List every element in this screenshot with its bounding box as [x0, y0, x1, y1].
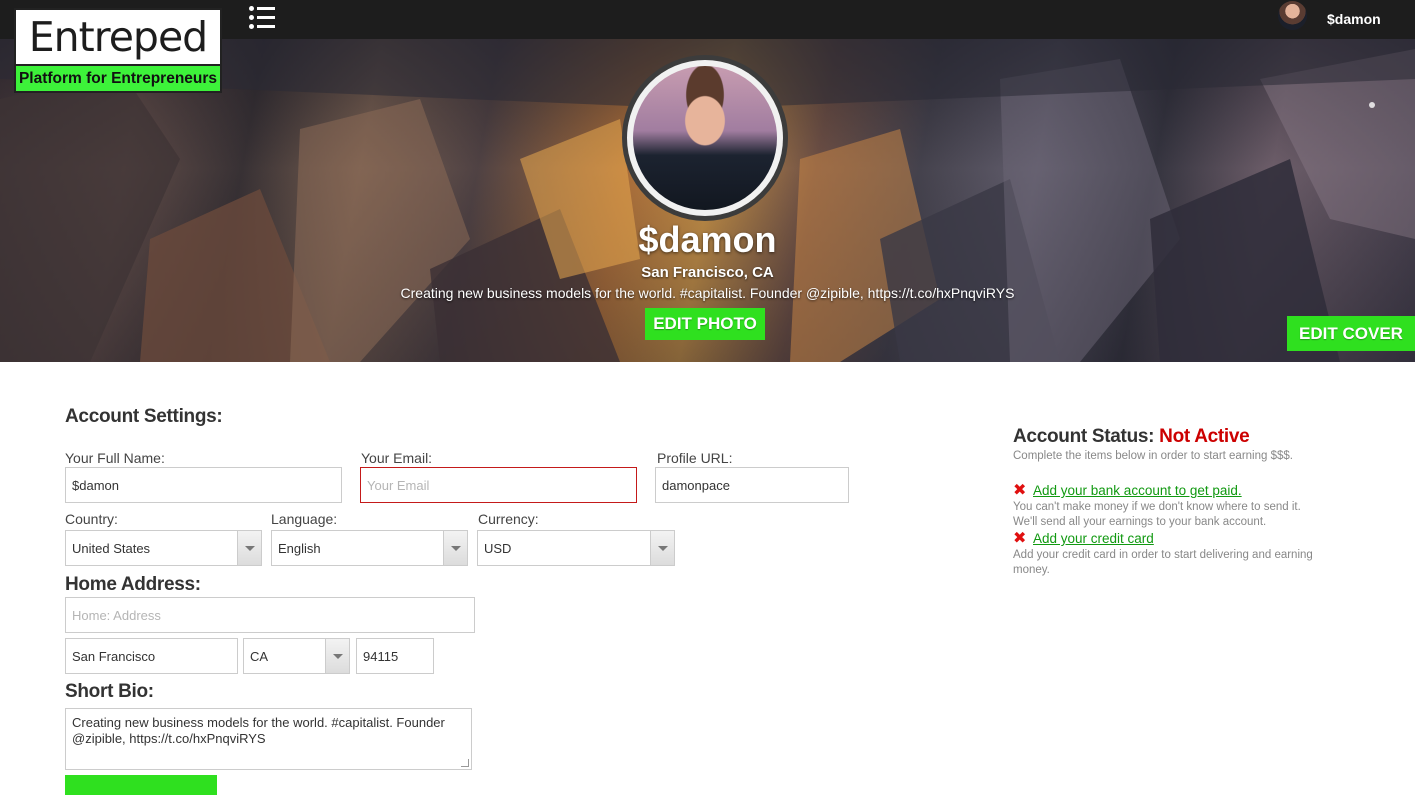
language-select[interactable]: English — [271, 530, 468, 566]
short-bio-textarea[interactable]: Creating new business models for the wor… — [65, 708, 472, 770]
street-address-input[interactable]: Home: Address — [65, 597, 475, 633]
account-status-value: Not Active — [1159, 426, 1250, 447]
profile-name: $damon — [638, 219, 777, 260]
short-bio-line-2: @zipible, https://t.co/hxPnqviRYS — [72, 731, 266, 746]
select-arrow-icon[interactable] — [237, 531, 261, 565]
status-intro: Complete the items below in order to sta… — [1013, 450, 1293, 462]
account-settings-title: Account Settings: — [65, 406, 223, 427]
country-select[interactable]: United States — [65, 530, 262, 566]
header-username[interactable]: $damon — [1327, 11, 1381, 27]
currency-label: Currency: — [478, 511, 539, 527]
add-bank-account-link[interactable]: Add your bank account to get paid. — [1033, 483, 1242, 498]
user-avatar[interactable] — [1278, 1, 1307, 30]
account-status-label: Account Status: — [1013, 426, 1155, 447]
home-address-title: Home Address: — [65, 574, 201, 595]
country-value: United States — [72, 540, 151, 556]
short-bio-line-1: Creating new business models for the wor… — [72, 715, 445, 730]
entreped-logo[interactable]: Entreped Platform for Entrepreneurs — [14, 8, 222, 96]
credit-card-desc-1: Add your credit card in order to start d… — [1013, 549, 1313, 561]
country-label: Country: — [65, 511, 118, 527]
edit-photo-button[interactable]: EDIT PHOTO — [645, 308, 765, 340]
currency-value: USD — [484, 540, 512, 556]
language-label: Language: — [271, 511, 338, 527]
profile-url-input[interactable]: damonpace — [655, 467, 849, 503]
city-input[interactable]: San Francisco — [65, 638, 238, 674]
language-value: English — [278, 540, 321, 556]
currency-select[interactable]: USD — [477, 530, 675, 566]
email-input[interactable]: Your Email — [360, 467, 637, 503]
full-name-label: Your Full Name: — [65, 450, 165, 466]
profile-bio: Creating new business models for the wor… — [400, 285, 1015, 301]
close-x-icon: ✖ — [1013, 482, 1027, 499]
bank-account-desc-2: We'll send all your earnings to your ban… — [1013, 516, 1267, 528]
add-credit-card-link[interactable]: Add your credit card — [1033, 531, 1154, 546]
save-button[interactable] — [65, 775, 217, 795]
short-bio-title: Short Bio: — [65, 681, 154, 702]
profile-avatar[interactable] — [622, 55, 788, 221]
credit-card-desc-2: money. — [1013, 564, 1050, 576]
profile-location: San Francisco, CA — [641, 264, 774, 281]
email-label: Your Email: — [361, 450, 433, 466]
zip-input[interactable]: 94115 — [356, 638, 434, 674]
bank-account-desc-1: You can't make money if we don't know wh… — [1013, 501, 1301, 513]
select-arrow-icon[interactable] — [443, 531, 467, 565]
menu-list-icon[interactable] — [247, 3, 277, 33]
profile-url-label: Profile URL: — [657, 450, 733, 466]
state-value: CA — [250, 648, 269, 664]
account-status-heading: Account Status: Not Active — [1013, 426, 1250, 448]
close-x-icon: ✖ — [1013, 530, 1027, 547]
logo-tagline: Platform for Entrepreneurs — [14, 66, 222, 93]
select-arrow-icon[interactable] — [325, 639, 349, 673]
logo-name: Entreped — [14, 8, 222, 66]
edit-cover-button[interactable]: EDIT COVER — [1287, 316, 1415, 351]
profile-photo — [633, 66, 777, 210]
state-select[interactable]: CA — [243, 638, 350, 674]
full-name-input[interactable]: $damon — [65, 467, 342, 503]
resize-grip-icon[interactable] — [461, 759, 469, 767]
select-arrow-icon[interactable] — [650, 531, 674, 565]
